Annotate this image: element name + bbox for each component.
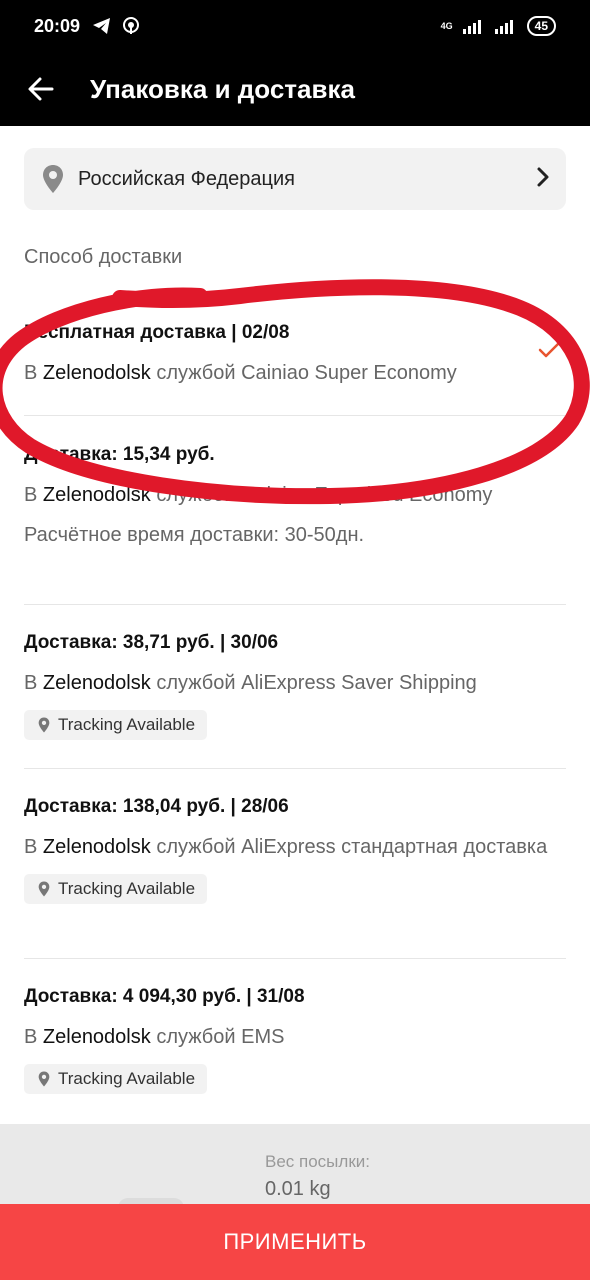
page-title: Упаковка и доставка: [90, 73, 355, 104]
option-city: Zelenodolsk: [42, 672, 151, 694]
location-pin-icon: [43, 165, 63, 193]
parcel-weight-panel: Вес посылки: 0.01 kg: [0, 1124, 590, 1210]
arrow-left-icon: [28, 77, 54, 101]
checkmark-icon: [538, 342, 560, 358]
option-route: В Zelenodolsk службой AliExpress стандар…: [24, 836, 548, 858]
telegram-icon: [93, 18, 111, 34]
tracking-badge: Tracking Available: [24, 874, 208, 904]
option-service: службой AliExpress стандартная доставка: [156, 836, 548, 858]
shipping-option-3[interactable]: Доставка: 38,71 руб. | 30/06 В Zelenodol…: [24, 632, 566, 740]
tracking-badge: Tracking Available: [24, 710, 208, 740]
app-bar: Упаковка и доставка: [0, 52, 590, 126]
option-route: В Zelenodolsk службой Cainiao Super Econ…: [24, 362, 457, 384]
back-button[interactable]: [0, 52, 82, 126]
option-route: В Zelenodolsk службой AliExpress Saver S…: [24, 672, 477, 694]
weight-value: 0.01 kg: [265, 1178, 331, 1200]
location-pin-icon: [38, 1071, 50, 1087]
option-title: Доставка: 138,04 руб. | 28/06: [24, 796, 289, 817]
location-pin-icon: [38, 717, 50, 733]
option-service: службой Cainiao Super Economy: [156, 362, 457, 384]
signal-icon: [462, 20, 481, 34]
option-service: службой Cainiao Expedited Economy: [156, 484, 493, 506]
apply-button[interactable]: ПРИМЕНИТЬ: [0, 1204, 590, 1280]
network-type: 4G: [440, 20, 453, 31]
location-pin-icon: [38, 881, 50, 897]
shipping-content: Российская Федерация Способ доставки Бес…: [0, 126, 590, 1124]
country-selector[interactable]: Российская Федерация: [24, 148, 566, 210]
weight-label: Вес посылки:: [265, 1152, 370, 1171]
shipping-option-1[interactable]: Бесплатная доставка | 02/08 В Zelenodols…: [24, 322, 566, 386]
option-service: службой EMS: [156, 1026, 285, 1048]
status-bar: 20:09 4G 45: [0, 0, 590, 52]
option-route: В Zelenodolsk службой Cainiao Expedited …: [24, 484, 493, 506]
shipping-option-2[interactable]: Доставка: 15,34 руб. В Zelenodolsk служб…: [24, 444, 566, 547]
option-city: Zelenodolsk: [42, 484, 151, 506]
chevron-right-icon: [537, 167, 549, 186]
divider: [24, 768, 566, 769]
delivery-time: Расчётное время доставки: 30-50дн.: [24, 524, 365, 546]
tracking-label: Tracking Available: [58, 715, 196, 734]
option-city: Zelenodolsk: [42, 362, 151, 384]
option-title: Доставка: 15,34 руб.: [24, 444, 215, 465]
battery-level: 45: [526, 16, 556, 36]
option-title: Бесплатная доставка | 02/08: [24, 322, 290, 343]
signal-icon-2: [494, 20, 513, 34]
country-name: Российская Федерация: [78, 167, 296, 190]
section-label: Способ доставки: [24, 246, 183, 268]
option-title: Доставка: 38,71 руб. | 30/06: [24, 632, 279, 653]
tracking-badge: Tracking Available: [24, 1064, 208, 1094]
option-city: Zelenodolsk: [42, 1026, 151, 1048]
shipping-option-5[interactable]: Доставка: 4 094,30 руб. | 31/08 В Zeleno…: [24, 986, 566, 1094]
tracking-label: Tracking Available: [58, 1069, 196, 1088]
option-title: Доставка: 4 094,30 руб. | 31/08: [24, 986, 305, 1007]
option-route: В Zelenodolsk службой EMS: [24, 1026, 285, 1048]
divider: [24, 415, 566, 416]
option-city: Zelenodolsk: [42, 836, 151, 858]
option-service: службой AliExpress Saver Shipping: [156, 672, 477, 694]
divider: [24, 958, 566, 959]
shipping-option-4[interactable]: Доставка: 138,04 руб. | 28/06 В Zelenodo…: [24, 796, 566, 904]
hotspot-icon: [123, 17, 140, 34]
divider: [24, 604, 566, 605]
tracking-label: Tracking Available: [58, 879, 196, 898]
status-time: 20:09: [34, 15, 81, 36]
